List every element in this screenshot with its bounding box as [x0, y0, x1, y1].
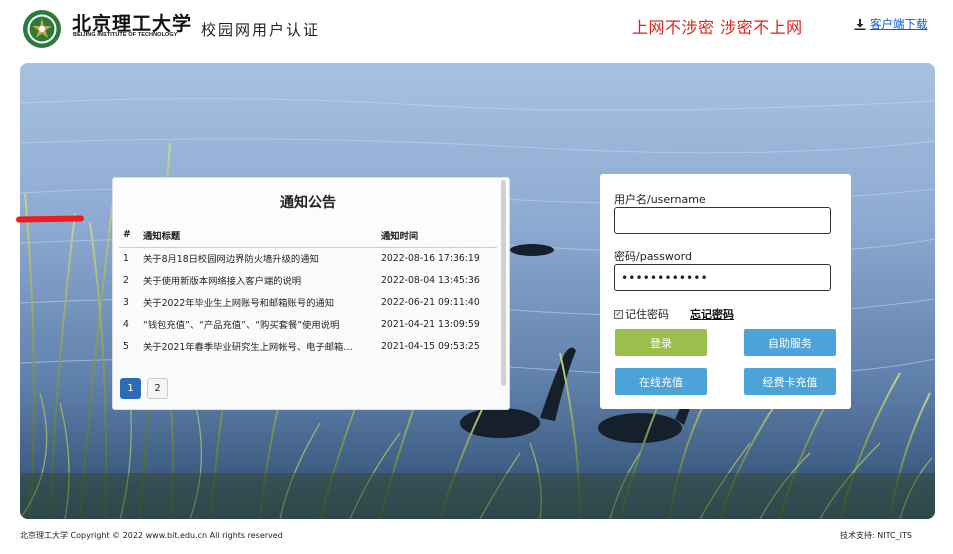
- remember-password-checkbox[interactable]: ✓ 记住密码: [614, 306, 669, 322]
- notice-row[interactable]: 4 “钱包充值”、“产品充值”、“购买套餐”使用说明 2021-04-21 13…: [119, 313, 497, 335]
- password-input[interactable]: [614, 264, 831, 291]
- university-seal-logo: [23, 10, 61, 48]
- notice-title: 通知公告: [280, 195, 336, 211]
- notice-time: 2022-06-21 09:11:40: [381, 296, 480, 308]
- footer-support: 技术支持: NITC_ITS: [840, 531, 912, 540]
- notice-title-link[interactable]: 关于2022年毕业生上网账号和邮箱账号的通知: [139, 291, 377, 313]
- notice-number: 4: [123, 318, 129, 330]
- security-slogan: 上网不涉密 涉密不上网: [632, 18, 803, 37]
- card-recharge-button[interactable]: 经费卡充值: [744, 368, 836, 395]
- notice-title-link[interactable]: 关于使用新版本网络接入客户端的说明: [139, 269, 377, 291]
- notice-title-link[interactable]: “钱包充值”、“产品充值”、“购买套餐”使用说明: [139, 313, 377, 335]
- notice-number: 3: [123, 296, 129, 308]
- notice-time: 2021-04-15 09:53:25: [381, 340, 480, 352]
- brand-name-en: BEIJING INSTITUTE OF TECHNOLOGY: [73, 32, 178, 38]
- notice-scrollbar[interactable]: [501, 180, 506, 386]
- column-header-title: 通知标题: [139, 223, 377, 248]
- column-header-number: #: [119, 223, 139, 248]
- notice-number: 1: [123, 252, 129, 264]
- page-button-1[interactable]: 1: [120, 378, 141, 399]
- forgot-password-link[interactable]: 忘记密码: [690, 306, 734, 322]
- login-button[interactable]: 登录: [615, 329, 707, 356]
- client-download-link[interactable]: 客户端下载: [854, 16, 928, 32]
- notice-panel: 通知公告 # 通知标题 通知时间 1 关于8月18日校园网边界防火墙升级的通知 …: [112, 177, 510, 410]
- notice-title-link[interactable]: 关于8月18日校园网边界防火墙升级的通知: [139, 247, 377, 269]
- page-button-2[interactable]: 2: [147, 378, 168, 399]
- self-service-button[interactable]: 自助服务: [744, 329, 836, 356]
- column-header-time: 通知时间: [377, 223, 497, 248]
- username-label: 用户名/username: [614, 193, 706, 206]
- client-download-label[interactable]: 客户端下载: [870, 16, 928, 32]
- notice-row[interactable]: 5 关于2021年春季毕业研究生上网帐号、电子邮箱… 2021-04-15 09…: [119, 335, 497, 357]
- notice-row[interactable]: 2 关于使用新版本网络接入客户端的说明 2022-08-04 13:45:36: [119, 269, 497, 291]
- remember-password-label: 记住密码: [625, 308, 669, 321]
- password-label: 密码/password: [614, 250, 692, 263]
- notice-table: # 通知标题 通知时间 1 关于8月18日校园网边界防火墙升级的通知 2022-…: [119, 223, 497, 357]
- username-redaction-mark: [15, 215, 85, 223]
- header: 北京理工大学 BEIJING INSTITUTE OF TECHNOLOGY 校…: [0, 0, 953, 58]
- notice-time: 2022-08-16 17:36:19: [381, 252, 480, 264]
- notice-number: 2: [123, 274, 129, 286]
- notice-time: 2021-04-21 13:09:59: [381, 318, 480, 330]
- online-recharge-button[interactable]: 在线充值: [615, 368, 707, 395]
- notice-time: 2022-08-04 13:45:36: [381, 274, 480, 286]
- checkbox-checked-icon[interactable]: ✓: [614, 309, 623, 319]
- notice-row[interactable]: 1 关于8月18日校园网边界防火墙升级的通知 2022-08-16 17:36:…: [119, 247, 497, 269]
- notice-title-link[interactable]: 关于2021年春季毕业研究生上网帐号、电子邮箱…: [139, 335, 377, 357]
- download-icon: [854, 18, 866, 30]
- notice-pagination: 1 2: [120, 378, 168, 399]
- notice-number: 5: [123, 340, 129, 352]
- notice-row[interactable]: 3 关于2022年毕业生上网账号和邮箱账号的通知 2022-06-21 09:1…: [119, 291, 497, 313]
- footer-copyright: 北京理工大学 Copyright © 2022 www.bit.edu.cn A…: [20, 531, 283, 540]
- username-input[interactable]: [614, 207, 831, 234]
- portal-title: 校园网用户认证: [201, 21, 321, 39]
- login-panel: 用户名/username 密码/password ✓ 记住密码 忘记密码 登录 …: [600, 174, 851, 409]
